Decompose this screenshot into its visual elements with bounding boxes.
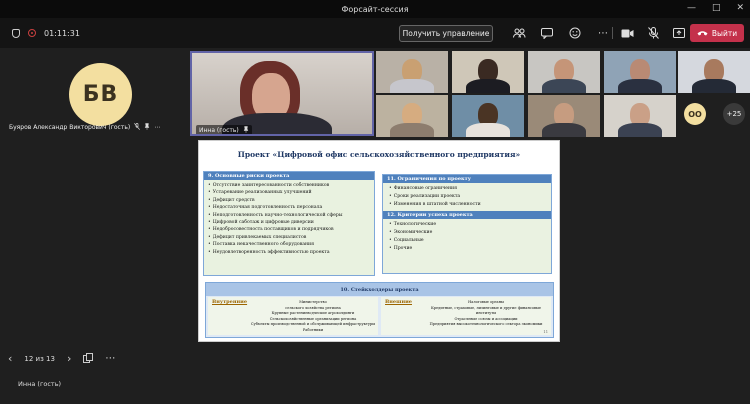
camera-icon[interactable] bbox=[620, 22, 634, 44]
list-item: Неудовлетворенность эффективностью проек… bbox=[208, 249, 370, 256]
list-item: Недостаточная подготовленность персонала bbox=[208, 204, 370, 211]
chat-icon[interactable] bbox=[540, 22, 554, 44]
speaker-name: Инна (гость) bbox=[199, 127, 239, 134]
phone-hangup-icon bbox=[697, 31, 708, 36]
risks-heading: 9. Основные риски проекта bbox=[204, 172, 374, 180]
request-control-button[interactable]: Получить управление bbox=[399, 25, 493, 42]
list-item: Предприятия высокотехнологического секто… bbox=[429, 322, 543, 327]
pinned-participant-name: Буяров Александр Викторович (гость) bbox=[9, 124, 131, 131]
participant-video-tile[interactable] bbox=[604, 51, 676, 93]
title-bar: Форсайт-сессия — □ ✕ bbox=[0, 0, 750, 18]
window-title: Форсайт-сессия bbox=[341, 4, 409, 14]
pin-icon bbox=[144, 123, 150, 132]
list-item: Устаревание реализованных улучшений bbox=[208, 189, 370, 196]
list-item: Технологические bbox=[389, 221, 545, 229]
tile-more-icon[interactable]: ⋯ bbox=[154, 124, 160, 131]
more-options-icon[interactable]: ⋯ bbox=[596, 22, 610, 44]
presenter-view-icon[interactable] bbox=[83, 352, 94, 365]
list-item: Дефицит средств bbox=[208, 197, 370, 204]
criteria-heading: 12. Критерии успеха проекта bbox=[383, 211, 551, 219]
avatar: БВ bbox=[69, 63, 132, 126]
external-label: Внешние bbox=[385, 299, 412, 305]
microphone-off-icon bbox=[134, 122, 141, 132]
list-item: Цифровой саботаж и цифровые диверсии bbox=[208, 219, 370, 226]
list-item: Дефицит привлекаемых специалистов bbox=[208, 234, 370, 241]
slide-pager: ‹ 12 из 13 › ⋯ bbox=[8, 352, 115, 365]
stakeholders-box: 10. Стейкхолдеры проекта Внутренние Мини… bbox=[205, 282, 554, 338]
next-slide-icon[interactable]: › bbox=[67, 352, 71, 365]
internal-stakeholders: Внутренние Министерство сельского хозяйс… bbox=[208, 297, 378, 335]
pin-icon bbox=[243, 126, 249, 134]
microphone-off-icon[interactable] bbox=[646, 22, 660, 44]
list-item: Изменения в штатной численности bbox=[389, 201, 545, 209]
slide-counter: 12 из 13 bbox=[24, 354, 55, 363]
risks-list: Отсутствие заинтересованности собственни… bbox=[204, 180, 374, 258]
share-screen-icon[interactable] bbox=[672, 22, 686, 44]
stakeholders-heading: 10. Стейкхолдеры проекта bbox=[206, 283, 553, 296]
list-item: Недобросовестность поставщиков и подрядч… bbox=[208, 226, 370, 233]
slide-page-number: 11 bbox=[543, 330, 548, 334]
leave-label: Выйти bbox=[711, 28, 738, 38]
shield-icon bbox=[12, 28, 20, 38]
limits-criteria-box: 11. Ограничения по проекту Финансовые ог… bbox=[382, 174, 552, 274]
toolbar-divider bbox=[612, 27, 613, 39]
list-item: Сроки реализации проекта bbox=[389, 193, 545, 201]
list-item: Неподготовленность научно-технологическо… bbox=[208, 212, 370, 219]
limits-list: Финансовые ограничения Сроки реализации … bbox=[383, 183, 551, 211]
list-item: Финансовые ограничения bbox=[389, 185, 545, 193]
recording-icon bbox=[28, 29, 36, 37]
list-item: Работники bbox=[302, 327, 324, 332]
limits-heading: 11. Ограничения по проекту bbox=[383, 175, 551, 183]
maximize-button[interactable]: □ bbox=[712, 3, 721, 13]
speaker-name-tag: Инна (гость) bbox=[196, 125, 252, 134]
pinned-name-tag: Буяров Александр Викторович (гость) ⋯ bbox=[9, 122, 160, 132]
previous-slide-icon[interactable]: ‹ bbox=[8, 352, 12, 365]
participant-video-tile[interactable] bbox=[604, 95, 676, 137]
risks-box: 9. Основные риски проекта Отсутствие заи… bbox=[203, 171, 375, 276]
participant-video-tile[interactable] bbox=[678, 51, 750, 93]
minimize-button[interactable]: — bbox=[687, 3, 696, 13]
list-item: Поставка некачественного оборудования bbox=[208, 241, 370, 248]
slide-title: Проект «Цифровой офис сельскохозяйственн… bbox=[237, 150, 521, 159]
participants-icon[interactable] bbox=[512, 22, 526, 44]
participant-avatar[interactable]: OO bbox=[684, 103, 706, 125]
criteria-list: Технологические Экономические Социальные… bbox=[383, 219, 551, 255]
participant-video-tile[interactable] bbox=[452, 51, 524, 93]
pager-more-icon[interactable]: ⋯ bbox=[105, 353, 115, 364]
list-item: Отсутствие заинтересованности собственни… bbox=[208, 182, 370, 189]
list-item: Прочие bbox=[389, 245, 545, 253]
participant-video-tile[interactable] bbox=[528, 51, 600, 93]
presenter-name: Инна (гость) bbox=[18, 380, 62, 388]
leave-button[interactable]: Выйти bbox=[690, 24, 744, 42]
external-stakeholders: Внешние Налоговые органы Кредитные, стра… bbox=[381, 297, 551, 335]
internal-label: Внутренние bbox=[212, 299, 248, 305]
list-item: Социальные bbox=[389, 237, 545, 245]
list-item: Экономические bbox=[389, 229, 545, 237]
participant-video-tile[interactable] bbox=[528, 95, 600, 137]
close-window-button[interactable]: ✕ bbox=[736, 3, 744, 13]
reactions-icon[interactable] bbox=[568, 22, 582, 44]
participant-video-tile[interactable] bbox=[452, 95, 524, 137]
active-speaker-tile[interactable]: Инна (гость) bbox=[190, 51, 374, 136]
shared-slide: Проект «Цифровой офис сельскохозяйственн… bbox=[198, 140, 560, 342]
more-participants-button[interactable]: +25 bbox=[723, 103, 745, 125]
participant-video-tile[interactable] bbox=[376, 51, 448, 93]
pinned-participant-tile[interactable]: БВ bbox=[6, 50, 186, 134]
meeting-timer: 01:11:31 bbox=[44, 28, 80, 38]
participant-video-tile[interactable] bbox=[376, 95, 448, 137]
